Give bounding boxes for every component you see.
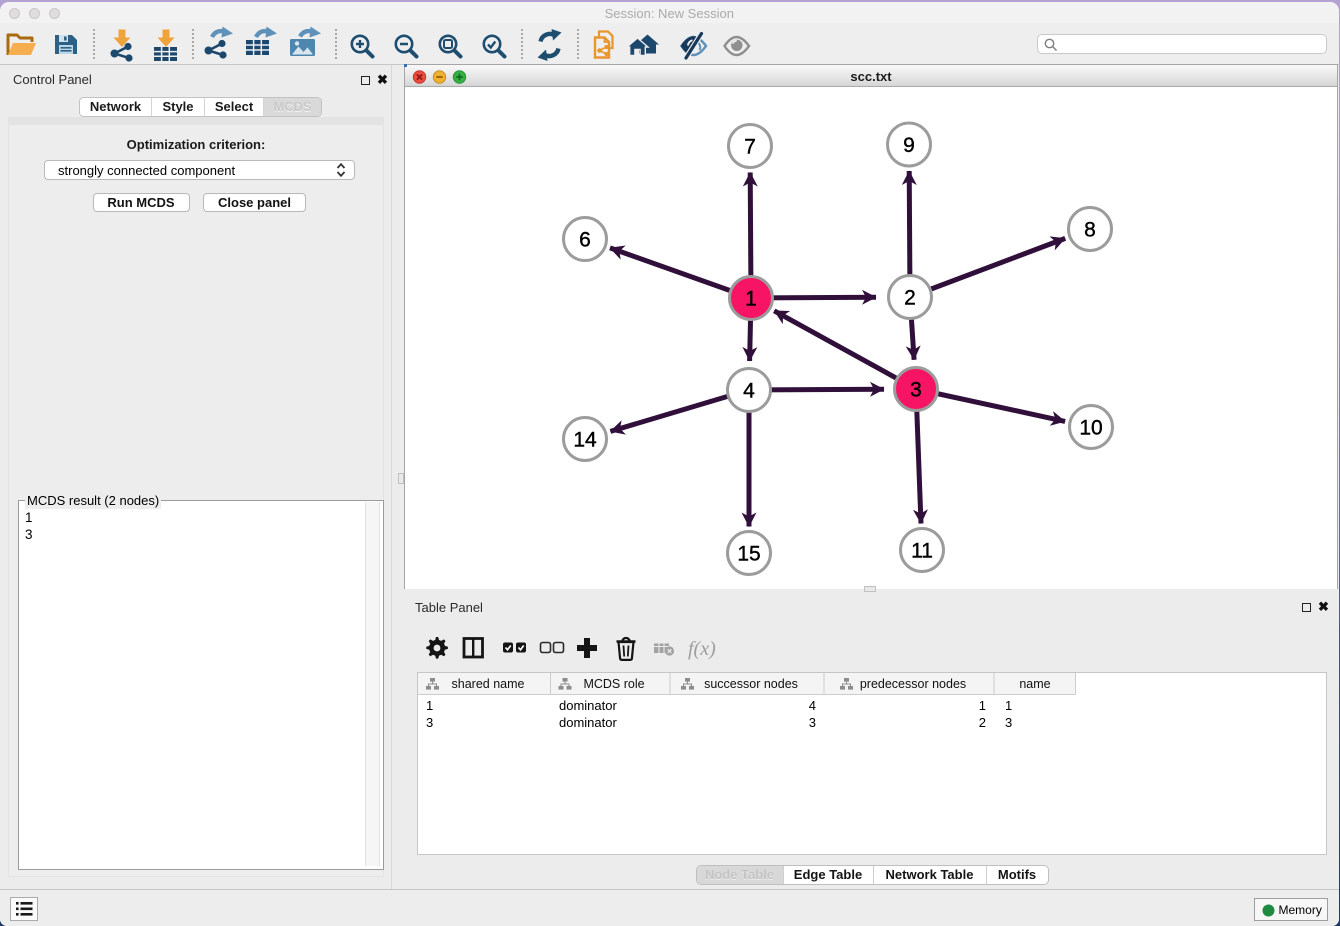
svg-text:9: 9 (903, 134, 915, 157)
svg-text:1: 1 (745, 288, 757, 311)
svg-text:f(x): f(x) (688, 638, 716, 660)
svg-text:4: 4 (743, 380, 755, 403)
svg-text:predecessor nodes: predecessor nodes (860, 677, 966, 691)
svg-text:2: 2 (904, 287, 916, 310)
svg-text:10: 10 (1079, 417, 1102, 440)
svg-text:successor nodes: successor nodes (704, 677, 798, 691)
svg-text:11: 11 (911, 540, 933, 563)
svg-text:3: 3 (910, 379, 922, 402)
svg-text:shared name: shared name (452, 677, 525, 691)
svg-text:MCDS role: MCDS role (583, 677, 644, 691)
svg-text:6: 6 (579, 229, 591, 252)
svg-text:15: 15 (737, 543, 760, 566)
svg-text:14: 14 (573, 429, 597, 452)
svg-text:8: 8 (1084, 219, 1096, 242)
svg-text:7: 7 (744, 136, 756, 159)
svg-text:name: name (1019, 677, 1050, 691)
